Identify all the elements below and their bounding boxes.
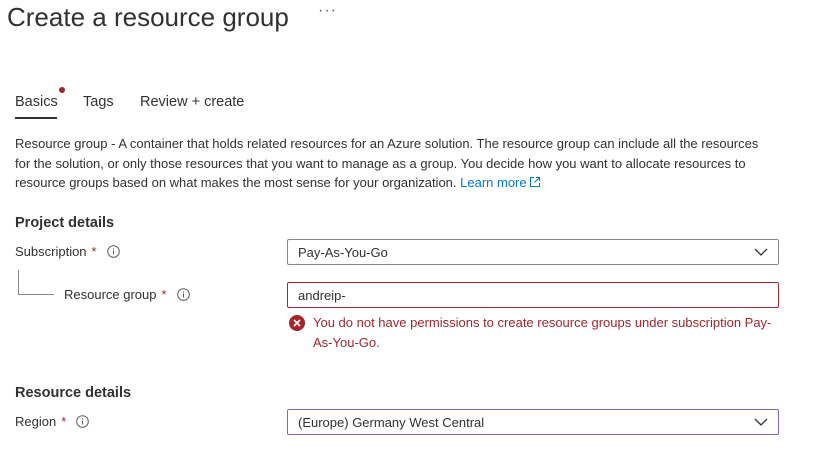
resource-details-heading: Resource details <box>15 385 132 401</box>
error-message: You do not have permissions to create re… <box>313 315 772 350</box>
description: Resource group - A container that holds … <box>15 134 775 193</box>
required-marker: * <box>161 287 167 302</box>
subscription-value: Pay-As-You-Go <box>298 244 388 260</box>
error-circle-icon <box>289 315 305 331</box>
subscription-dropdown[interactable]: Pay-As-You-Go <box>287 239 779 265</box>
info-icon[interactable] <box>176 288 190 301</box>
required-marker: * <box>61 414 67 429</box>
external-link-icon <box>529 177 540 187</box>
subscription-label: Subscription * <box>15 244 120 259</box>
resource-group-label-text: Resource group <box>64 287 157 302</box>
required-marker: * <box>91 244 97 259</box>
tree-connector <box>18 294 54 295</box>
tab-basics[interactable]: Basics <box>15 92 58 112</box>
region-dropdown[interactable]: (Europe) Germany West Central <box>287 409 779 435</box>
tab-review-create[interactable]: Review + create <box>140 92 244 112</box>
tab-selected-indicator <box>15 117 57 119</box>
chevron-down-icon <box>754 248 768 256</box>
info-icon[interactable] <box>106 245 120 258</box>
tree-connector <box>18 270 19 295</box>
tab-tags[interactable]: Tags <box>83 92 114 112</box>
learn-more-link[interactable]: Learn more <box>460 175 540 190</box>
chevron-down-icon <box>754 418 768 426</box>
description-term: Resource group <box>15 136 108 151</box>
validation-error: You do not have permissions to create re… <box>289 313 789 352</box>
resource-group-input[interactable]: andreip- <box>287 282 779 308</box>
region-label: Region * <box>15 414 90 429</box>
tab-error-indicator <box>59 87 65 93</box>
region-value: (Europe) Germany West Central <box>298 414 485 430</box>
page-title: Create a resource group <box>7 2 289 32</box>
info-icon[interactable] <box>76 415 90 428</box>
description-text: - A container that holds related resourc… <box>15 136 759 190</box>
region-label-text: Region <box>15 414 57 429</box>
subscription-label-text: Subscription <box>15 244 87 259</box>
resource-group-value: andreip- <box>298 287 346 303</box>
learn-more-label: Learn more <box>460 175 527 190</box>
project-details-heading: Project details <box>15 215 115 231</box>
resource-group-label: Resource group * <box>64 287 190 302</box>
more-options-button[interactable]: ··· <box>318 2 337 20</box>
